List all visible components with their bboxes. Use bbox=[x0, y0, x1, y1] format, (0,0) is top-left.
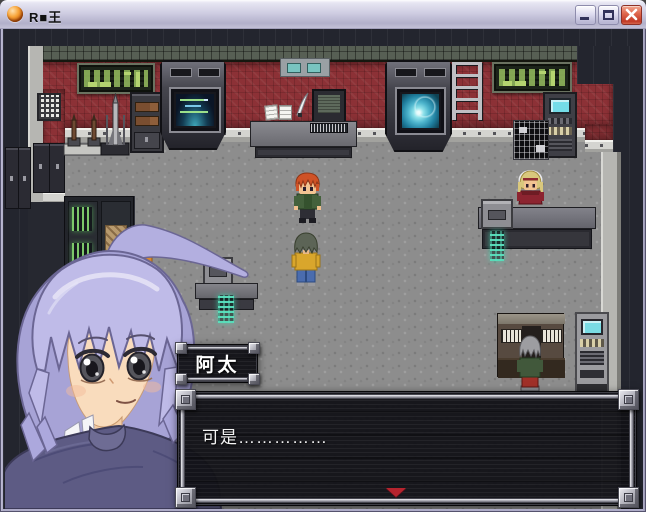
minimize-button[interactable] bbox=[575, 5, 596, 25]
speaker-name: 阿太 bbox=[178, 345, 257, 382]
server-grill bbox=[548, 139, 572, 151]
server-buttons bbox=[548, 118, 572, 124]
corner-inset bbox=[624, 493, 633, 502]
circuit-board-panel-left bbox=[77, 63, 155, 94]
corner-inset bbox=[624, 395, 633, 404]
name-tag: 阿太 bbox=[177, 344, 258, 383]
dialog-corner bbox=[175, 487, 196, 508]
desk-monitor bbox=[312, 89, 346, 123]
papers bbox=[264, 104, 278, 120]
vent-slot bbox=[424, 68, 446, 77]
desk-drawers bbox=[255, 147, 352, 158]
vending-grill bbox=[580, 351, 604, 365]
npc-gray-hair-seated bbox=[513, 332, 547, 400]
vent-slot bbox=[170, 68, 192, 77]
locker-divider bbox=[18, 148, 19, 208]
keyboard bbox=[310, 123, 348, 133]
wall-keypad bbox=[37, 93, 61, 121]
right-wall-trim bbox=[585, 140, 613, 152]
circuit-components bbox=[499, 69, 565, 86]
dialog-rail-top bbox=[194, 394, 620, 399]
vent-light bbox=[307, 63, 321, 73]
right-wall-column bbox=[585, 124, 613, 140]
left-wall-trim bbox=[43, 192, 65, 202]
swirl-screen bbox=[402, 94, 439, 128]
game-canvas[interactable]: 阿太 可是…………… bbox=[3, 29, 643, 509]
monitor-frame bbox=[395, 87, 446, 135]
dialog-box: 可是…………… bbox=[177, 391, 637, 506]
glowing-cable bbox=[490, 231, 504, 261]
locker-handle bbox=[39, 164, 42, 169]
minimize-icon bbox=[580, 17, 589, 20]
locker-handle bbox=[10, 176, 13, 181]
dialog-corner bbox=[175, 389, 196, 410]
ceiling-corner bbox=[577, 46, 617, 84]
circuit-components bbox=[84, 70, 148, 87]
corner-inset bbox=[181, 493, 190, 502]
continue-indicator-icon bbox=[386, 488, 406, 497]
ceiling-dark-band bbox=[3, 29, 643, 46]
shelf-cabinet bbox=[130, 92, 164, 153]
cabinet-handle bbox=[145, 137, 148, 142]
computer-desk bbox=[250, 93, 357, 158]
app-icon bbox=[7, 6, 23, 22]
circuit-equipment bbox=[513, 120, 549, 160]
desk-monitor-screen bbox=[318, 95, 340, 113]
locker-pair bbox=[33, 143, 65, 193]
vent-light bbox=[287, 63, 301, 73]
vent-slot bbox=[198, 68, 220, 77]
locker-handle bbox=[56, 164, 59, 169]
organ-top bbox=[498, 314, 565, 324]
titlebar[interactable]: R■王 bbox=[0, 0, 646, 29]
trim-pattern bbox=[585, 144, 613, 147]
locker-handle bbox=[23, 176, 26, 181]
dialog-corner bbox=[618, 487, 639, 508]
data-screen bbox=[176, 94, 214, 126]
dialog-rail-bottom bbox=[194, 498, 620, 503]
dialog-text: 可是…………… bbox=[202, 423, 328, 448]
papers bbox=[279, 105, 292, 120]
monitor-station-left bbox=[160, 60, 226, 150]
window-title: R■王 bbox=[29, 7, 62, 26]
corner-inset bbox=[181, 395, 190, 404]
shelf-boxes bbox=[135, 102, 159, 112]
vending-buttons bbox=[580, 339, 604, 347]
locker-far-left bbox=[5, 147, 31, 209]
dialog-corner bbox=[618, 389, 639, 410]
server-buttons bbox=[548, 127, 572, 135]
ceiling-vent bbox=[280, 58, 330, 77]
circuit-board-panel-right bbox=[492, 62, 572, 93]
missile-display bbox=[63, 112, 105, 156]
monitor-frame bbox=[169, 87, 221, 133]
reception-desk bbox=[478, 203, 596, 254]
maximize-icon bbox=[603, 10, 614, 20]
npc-orange-hair bbox=[291, 172, 324, 228]
close-icon bbox=[622, 6, 641, 24]
vending-slot bbox=[580, 370, 604, 378]
quill-pen bbox=[294, 91, 310, 117]
maximize-button[interactable] bbox=[598, 5, 619, 25]
locker-divider bbox=[49, 144, 50, 192]
desk-machine bbox=[481, 199, 513, 229]
close-button[interactable] bbox=[621, 5, 642, 25]
machine-slot bbox=[488, 210, 506, 220]
dialog-rail-left bbox=[180, 408, 185, 489]
npc-yellow-shirt bbox=[289, 231, 323, 289]
wall-ladder bbox=[452, 62, 482, 120]
vending-machine bbox=[575, 312, 609, 398]
shelf-boxes bbox=[135, 116, 159, 126]
server-screen bbox=[549, 98, 571, 114]
monitor-station-right bbox=[385, 60, 452, 152]
dialog-rail-right bbox=[629, 408, 634, 489]
rocket-model bbox=[100, 93, 130, 156]
vent-slot bbox=[395, 68, 417, 77]
vending-screen bbox=[581, 319, 603, 335]
game-window: R■王 bbox=[0, 0, 646, 512]
